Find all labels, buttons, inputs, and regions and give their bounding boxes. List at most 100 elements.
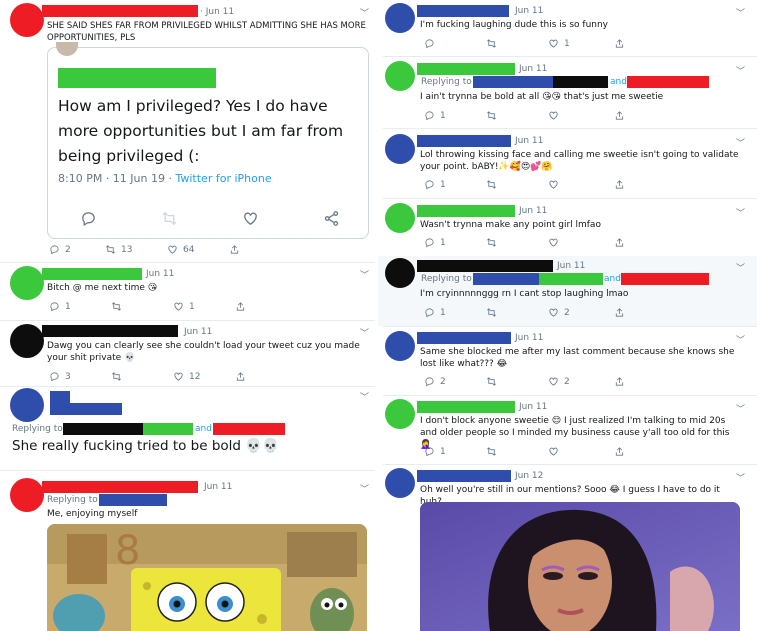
reply-button[interactable]: 2 (49, 244, 105, 255)
reply-button[interactable]: 1 (424, 446, 486, 457)
tweet-date[interactable]: Jun 11 (146, 269, 174, 279)
tweet-date[interactable]: Jun 12 (515, 471, 543, 481)
reply-button[interactable]: 1 (424, 179, 486, 190)
chevron-down-icon[interactable]: ﹀ (736, 261, 745, 274)
retweet-button[interactable] (486, 38, 548, 49)
like-button[interactable]: 12 (173, 371, 235, 382)
avatar[interactable] (10, 3, 44, 37)
avatar[interactable] (385, 134, 415, 164)
like-button[interactable]: 2 (548, 376, 614, 387)
twitter-for-iphone-link[interactable]: Twitter for iPhone (175, 172, 271, 185)
share-button[interactable] (614, 376, 625, 387)
mention-blue[interactable] (99, 494, 167, 506)
reply-button[interactable]: 2 (424, 376, 486, 387)
tweet-media[interactable]: 8 (47, 524, 367, 631)
tweet-date[interactable]: Jun 11 (184, 327, 212, 337)
like-icon[interactable] (242, 210, 259, 227)
reply-icon[interactable] (80, 210, 97, 227)
chevron-down-icon[interactable]: ﹀ (736, 333, 745, 346)
avatar[interactable] (10, 388, 44, 422)
chevron-down-icon[interactable]: ﹀ (360, 6, 369, 19)
mention-red[interactable] (627, 76, 709, 88)
tweet-date[interactable]: Jun 11 (515, 136, 543, 146)
avatar[interactable] (10, 324, 44, 358)
chevron-down-icon[interactable]: ﹀ (360, 326, 369, 339)
mention-black[interactable] (63, 423, 143, 435)
avatar[interactable] (385, 3, 415, 33)
share-button[interactable] (614, 237, 625, 248)
mention-black[interactable] (553, 76, 608, 88)
like-button[interactable] (548, 110, 614, 121)
chevron-down-icon[interactable]: ﹀ (360, 390, 369, 403)
retweet-button[interactable] (486, 179, 548, 190)
tweet-date[interactable]: Jun 11 (557, 261, 585, 271)
chevron-down-icon[interactable]: ﹀ (736, 206, 745, 219)
quoted-tweet-card[interactable]: How am I privileged? Yes I do have more … (47, 42, 369, 239)
chevron-down-icon[interactable]: ﹀ (736, 402, 745, 415)
avatar[interactable] (385, 331, 415, 361)
retweet-button[interactable] (486, 446, 548, 457)
retweet-button[interactable] (486, 237, 548, 248)
reply-button[interactable]: 1 (49, 301, 111, 312)
like-button[interactable]: 2 (548, 307, 614, 318)
chevron-down-icon[interactable]: ﹀ (360, 482, 369, 495)
like-button[interactable]: 1 (173, 301, 235, 312)
share-button[interactable] (614, 38, 625, 49)
share-button[interactable] (614, 179, 625, 190)
chevron-down-icon[interactable]: ﹀ (736, 64, 745, 77)
share-icon (230, 245, 239, 254)
like-button[interactable]: 1 (548, 38, 614, 49)
reply-button[interactable]: 1 (424, 307, 486, 318)
tweet-date[interactable]: Jun 11 (515, 333, 543, 343)
retweet-button[interactable]: 13 (105, 244, 167, 255)
avatar[interactable] (385, 203, 415, 233)
tweet-date[interactable]: Jun 11 (515, 6, 543, 16)
quoted-tweet-time[interactable]: 8:10 PM · 11 Jun 19 · (58, 172, 175, 185)
like-button[interactable] (548, 237, 614, 248)
tweet-date[interactable]: Jun 11 (519, 206, 547, 216)
mention-blue[interactable] (473, 76, 553, 88)
mention-red[interactable] (621, 273, 709, 285)
retweet-button[interactable] (111, 301, 173, 312)
reply-button[interactable] (424, 38, 486, 49)
share-button[interactable] (229, 244, 240, 255)
mention-blue[interactable] (473, 273, 539, 285)
reply-button[interactable]: 1 (424, 237, 486, 248)
like-button[interactable] (548, 446, 614, 457)
share-button[interactable] (235, 301, 246, 312)
tweet-date[interactable]: · Jun 11 (200, 7, 234, 17)
retweet-button[interactable] (486, 110, 548, 121)
share-button[interactable] (614, 307, 625, 318)
retweet-button[interactable] (486, 307, 548, 318)
chevron-down-icon[interactable]: ﹀ (360, 268, 369, 281)
retweet-icon[interactable] (161, 210, 178, 227)
tweet-date[interactable]: Jun 11 (519, 402, 547, 412)
chevron-down-icon[interactable]: ﹀ (736, 471, 745, 484)
mention-green[interactable] (539, 273, 603, 285)
like-button[interactable]: 64 (167, 244, 229, 255)
retweet-button[interactable] (111, 371, 173, 382)
avatar[interactable] (385, 468, 415, 498)
reply-button[interactable]: 3 (49, 371, 111, 382)
reply-button[interactable]: 1 (424, 110, 486, 121)
tweet-media[interactable] (420, 502, 740, 631)
share-button[interactable] (614, 110, 625, 121)
share-icon[interactable] (323, 210, 340, 227)
tweet-date[interactable]: Jun 11 (519, 64, 547, 74)
reply-icon (50, 245, 59, 255)
avatar[interactable] (385, 399, 415, 429)
share-button[interactable] (614, 446, 625, 457)
avatar[interactable] (385, 258, 415, 288)
avatar[interactable] (10, 478, 44, 512)
mention-green[interactable] (143, 423, 193, 435)
mention-red[interactable] (213, 423, 285, 435)
retweet-button[interactable] (486, 376, 548, 387)
avatar[interactable] (10, 266, 44, 300)
like-button[interactable] (548, 179, 614, 190)
chevron-down-icon[interactable]: ﹀ (736, 136, 745, 149)
like-icon (549, 377, 558, 386)
tweet-date[interactable]: Jun 11 (204, 482, 232, 492)
share-button[interactable] (235, 371, 246, 382)
chevron-down-icon[interactable]: ﹀ (736, 6, 745, 19)
avatar[interactable] (385, 61, 415, 91)
